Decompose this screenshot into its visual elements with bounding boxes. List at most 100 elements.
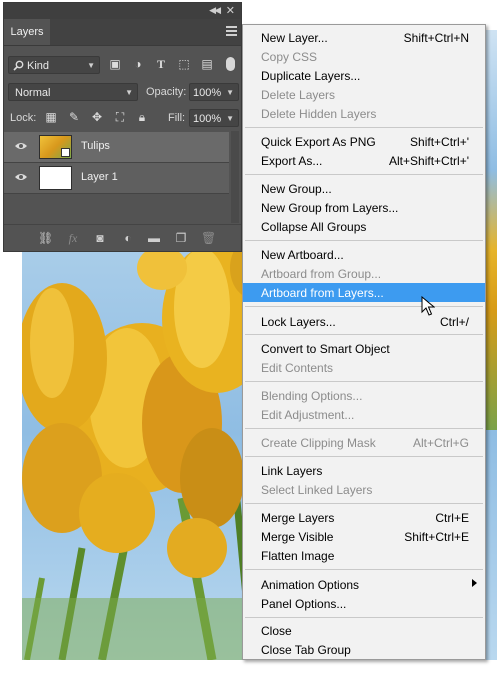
menu-item-label: Edit Adjustment... [261,408,355,422]
menu-item-close-tab-group[interactable]: Close Tab Group [243,640,485,659]
menu-item-select-linked-layers[interactable]: Select Linked Layers [243,480,485,499]
menu-item-edit-adjustment[interactable]: Edit Adjustment... [243,405,485,424]
menu-item-shortcut: Alt+Shift+Ctrl+' [389,154,469,168]
fill-field[interactable]: 100% ▼ [189,109,239,127]
filter-kind-value: Kind [27,60,50,72]
fill-label: Fill: [168,112,186,124]
menu-item-delete-layers[interactable]: Delete Layers [243,85,485,104]
menu-item-label: Artboard from Group... [261,267,382,281]
collapse-panel-icon[interactable]: ◀◀ [209,5,221,16]
lock-position-icon[interactable]: ✥ [90,110,104,124]
menu-item-label: Create Clipping Mask [261,436,376,450]
chevron-down-icon: ▼ [226,88,234,97]
menu-item-new-artboard[interactable]: New Artboard... [243,245,485,264]
layer-name: Tulips [81,140,110,152]
filter-adjustment-icon[interactable]: ◑ [131,57,145,71]
tulip-photo-edge [485,30,497,430]
menu-separator [245,617,483,618]
menu-item-create-clipping-mask[interactable]: Create Clipping Mask Alt+Ctrl+G [243,433,485,452]
fill-value: 100% [193,113,222,125]
menu-item-flatten-image[interactable]: Flatten Image [243,546,485,565]
submenu-arrow-icon [472,579,477,587]
fx-icon[interactable]: fx [66,231,80,245]
menu-item-copy-css[interactable]: Copy CSS [243,47,485,66]
menu-separator [245,127,483,128]
chevron-down-icon: ▼ [226,114,234,123]
link-icon[interactable]: ⛓ [38,231,53,245]
layer-row-layer-1[interactable]: Layer 1 [4,163,229,194]
layer-row-tulips[interactable]: Tulips [4,132,229,163]
menu-item-new-group[interactable]: New Group... [243,179,485,198]
menu-item-artboard-from-group[interactable]: Artboard from Group... [243,264,485,283]
menu-item-merge-layers[interactable]: Merge Layers Ctrl+E [243,508,485,527]
menu-item-shortcut: Ctrl+/ [439,315,469,329]
blend-mode-select[interactable]: Normal ▼ [8,83,138,101]
filter-smart-object-icon[interactable]: ▤ [200,57,214,71]
menu-item-blending-options[interactable]: Blending Options... [243,386,485,405]
new-layer-icon[interactable]: ❐ [174,231,188,245]
menu-separator [245,174,483,175]
lock-image-icon[interactable]: ✎ [67,110,81,124]
menu-item-label: Lock Layers... [261,315,336,329]
filter-shape-icon[interactable]: ⬚ [177,57,191,71]
opacity-field[interactable]: 100% ▼ [189,83,239,101]
menu-item-duplicate-layers[interactable]: Duplicate Layers... [243,66,485,85]
menu-item-lock-layers[interactable]: Lock Layers... Ctrl+/ [243,312,485,331]
menu-item-artboard-from-layers[interactable]: Artboard from Layers... [243,283,485,302]
close-panel-icon[interactable]: ✕ [226,4,235,17]
menu-item-label: Link Layers [261,464,323,478]
menu-item-shortcut: Shift+Ctrl+E [404,530,469,544]
menu-item-label: Edit Contents [261,361,334,375]
menu-item-quick-export-png[interactable]: Quick Export As PNG Shift+Ctrl+' [243,132,485,151]
eye-icon[interactable] [14,172,28,182]
filter-toggle-icon[interactable] [226,57,235,71]
filter-kind-select[interactable]: Kind ▼ [8,56,100,74]
trash-icon[interactable]: 🗑︎ [201,231,216,245]
menu-item-new-group-from-layers[interactable]: New Group from Layers... [243,198,485,217]
menu-item-label: Duplicate Layers... [261,69,361,83]
menu-separator [245,240,483,241]
mask-icon[interactable]: ◙ [93,231,107,245]
menu-item-label: Close [261,624,292,638]
menu-separator [245,456,483,457]
lock-label: Lock: [10,112,37,124]
search-icon [13,60,24,71]
menu-item-label: Merge Visible [261,530,334,544]
menu-item-close[interactable]: Close [243,621,485,640]
filter-pixel-icon[interactable]: ▣ [108,57,122,71]
menu-item-animation-options[interactable]: Animation Options [243,575,485,594]
mouse-cursor-icon [421,296,435,316]
menu-item-delete-hidden-layers[interactable]: Delete Hidden Layers [243,104,485,123]
tab-layers[interactable]: Layers [4,19,50,45]
menu-item-label: Select Linked Layers [261,483,373,497]
menu-item-collapse-all-groups[interactable]: Collapse All Groups [243,217,485,236]
menu-item-export-as[interactable]: Export As... Alt+Shift+Ctrl+' [243,151,485,170]
menu-separator [245,381,483,382]
menu-item-label: Blending Options... [261,389,363,403]
menu-item-shortcut: Shift+Ctrl+N [403,31,469,45]
menu-item-edit-contents[interactable]: Edit Contents [243,358,485,377]
folder-icon[interactable]: ▬ [147,231,161,245]
blend-row: Normal ▼ Opacity: 100% ▼ [4,80,241,104]
lock-all-icon[interactable]: 🔒︎ [135,110,149,124]
menu-item-link-layers[interactable]: Link Layers [243,461,485,480]
lock-transparent-icon[interactable]: ▦ [44,110,58,124]
menu-item-new-layer[interactable]: New Layer... Shift+Ctrl+N [243,28,485,47]
eye-icon[interactable] [14,141,28,151]
menu-item-label: Convert to Smart Object [261,342,390,356]
menu-separator [245,503,483,504]
panel-title-strip: ◀◀ ✕ [4,3,241,19]
panel-menu-icon[interactable] [226,26,237,36]
lock-artboard-icon[interactable]: ⛶ [113,110,127,124]
layer-thumbnail-tulips [39,135,72,159]
menu-item-convert-to-smart-object[interactable]: Convert to Smart Object [243,339,485,358]
filter-type-icon[interactable]: T [154,57,168,71]
layers-scrollbar[interactable] [231,131,239,223]
menu-item-label: Delete Layers [261,88,336,102]
menu-separator [245,569,483,570]
menu-item-merge-visible[interactable]: Merge Visible Shift+Ctrl+E [243,527,485,546]
menu-item-panel-options[interactable]: Panel Options... [243,594,485,613]
adjustment-icon[interactable]: ◐ [121,231,135,245]
menu-separator [245,428,483,429]
menu-item-label: Animation Options [261,578,360,592]
